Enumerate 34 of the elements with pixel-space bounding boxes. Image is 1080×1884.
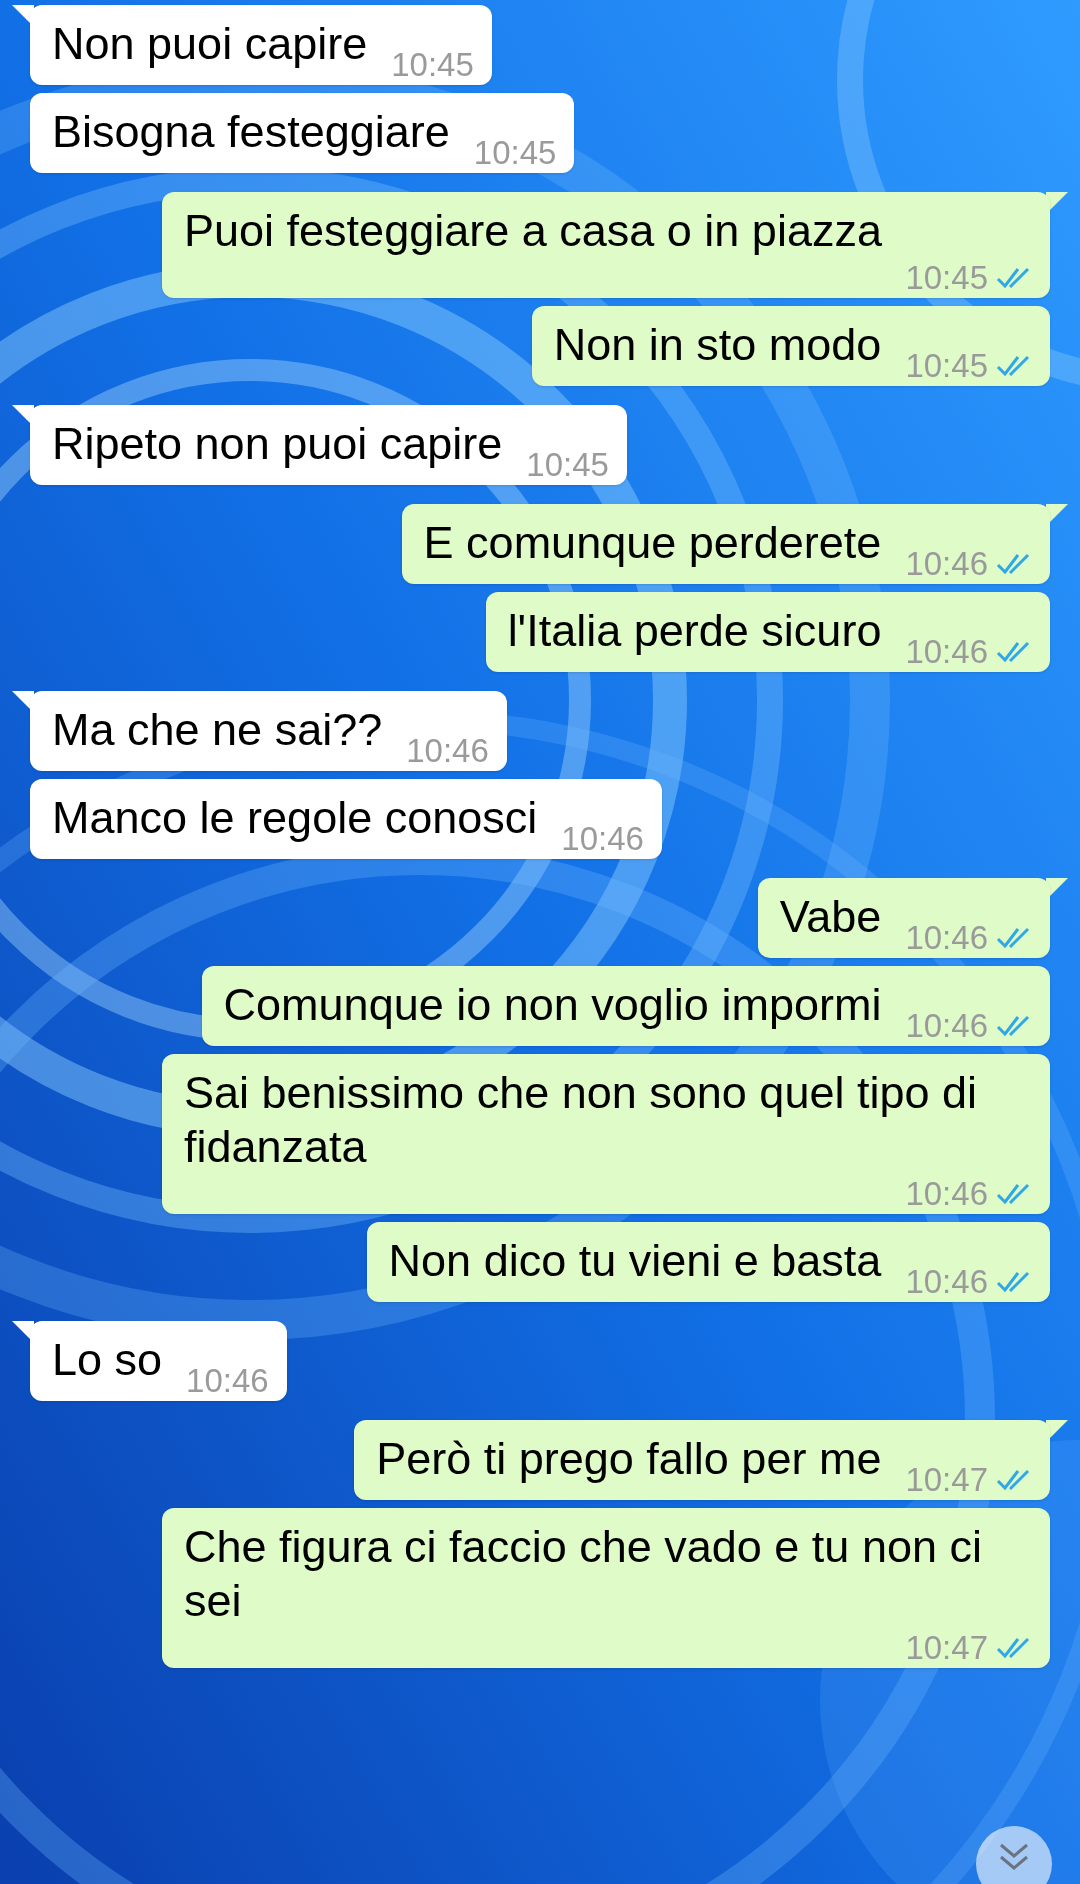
timestamp: 10:46 [186,1361,269,1401]
timestamp: 10:45 [526,445,609,485]
message-text: Non dico tu vieni e basta [388,1234,882,1288]
timestamp: 10:46 [905,1262,988,1302]
message-text: Vabe [779,890,882,944]
message-text: Ripeto non puoi capire [52,417,503,471]
timestamp: 10:46 [905,918,988,958]
timestamp: 10:45 [905,346,988,386]
double-chevron-down-icon [998,1842,1030,1872]
message-text: l'Italia perde sicuro [507,604,882,658]
timestamp: 10:45 [905,258,988,298]
timestamp: 10:46 [561,819,644,859]
timestamp: 10:47 [905,1460,988,1500]
message-text: Lo so [52,1333,163,1387]
timestamp: 10:45 [391,45,474,85]
message-text: Però ti prego fallo per me [376,1432,882,1486]
scroll-down-button[interactable] [976,1826,1052,1884]
timestamp: 10:47 [905,1628,988,1668]
timestamp: 10:46 [905,544,988,584]
timestamp: 10:46 [905,1006,988,1046]
message-text: Non puoi capire [52,17,368,71]
message-text: Bisogna festeggiare [52,105,450,159]
message-text: Manco le regole conosci [52,791,538,845]
timestamp: 10:46 [905,632,988,672]
timestamp: 10:45 [473,133,557,173]
timestamp: 10:46 [905,1174,988,1214]
message-text: E comunque perderete [423,516,882,570]
message-text: Che figura ci faccio che vado e tu non ci sei [184,1520,983,1628]
message-text: Sai benissimo che non sono quel tipo di fidanzata [184,1066,978,1174]
message-text: Non in sto modo [553,318,882,372]
message-text: Ma che ne sai?? [52,703,383,757]
timestamp: 10:46 [406,731,489,771]
message-text: Puoi festeggiare a casa o in piazza [184,204,882,258]
message-text: Comunque io non voglio impormi [223,978,882,1032]
